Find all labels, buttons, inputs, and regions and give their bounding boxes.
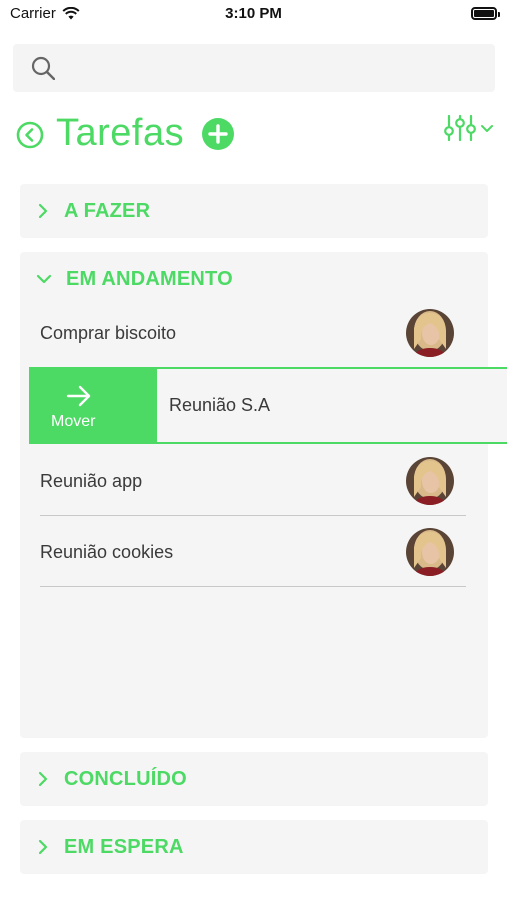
task-row[interactable]: Comprar biscoito <box>40 298 466 368</box>
row-divider <box>40 515 466 516</box>
search-icon <box>31 56 55 80</box>
task-row[interactable]: Reunião cookies <box>40 517 466 587</box>
task-title: Comprar biscoito <box>40 323 177 343</box>
filter-button[interactable] <box>444 114 494 142</box>
section-label: EM ANDAMENTO <box>66 267 233 290</box>
row-divider <box>40 586 466 587</box>
section-header[interactable]: EM ESPERA <box>36 820 184 874</box>
title-row: Tarefas <box>16 110 496 160</box>
section-header[interactable]: CONCLUÍDO <box>36 752 187 806</box>
chevron-right-icon <box>38 203 48 219</box>
search-bar[interactable] <box>13 44 495 92</box>
page-title: Tarefas <box>56 112 185 154</box>
avatar <box>406 309 454 357</box>
section-in-progress: EM ANDAMENTO Comprar biscoito Reunião ap… <box>20 252 488 738</box>
add-icon[interactable] <box>202 118 234 150</box>
section-label: CONCLUÍDO <box>64 767 187 790</box>
section-todo[interactable]: A FAZER <box>20 184 488 238</box>
section-label: EM ESPERA <box>64 835 184 858</box>
chevron-right-icon <box>38 839 48 855</box>
task-title: Reunião S.A <box>169 395 271 415</box>
section-on-hold[interactable]: EM ESPERA <box>20 820 488 874</box>
chevron-right-icon <box>38 771 48 787</box>
arrow-right-icon <box>66 385 91 407</box>
avatar <box>406 528 454 576</box>
task-row-swiped[interactable]: Mover Reunião S.A <box>29 367 507 444</box>
move-label: Mover <box>51 413 96 430</box>
avatar <box>406 457 454 505</box>
task-title: Reunião app <box>40 471 143 491</box>
move-button[interactable]: Mover <box>31 369 157 442</box>
filter-sliders-icon <box>444 114 476 142</box>
section-label: A FAZER <box>64 199 151 222</box>
section-done[interactable]: CONCLUÍDO <box>20 752 488 806</box>
chevron-down-icon <box>36 274 52 284</box>
chevron-down-icon <box>481 125 493 132</box>
battery-icon <box>471 7 500 20</box>
task-row[interactable]: Reunião app <box>40 446 466 516</box>
status-bar: Carrier 3:10 PM <box>0 0 507 30</box>
status-time: 3:10 PM <box>225 5 282 22</box>
task-title: Reunião cookies <box>40 542 174 562</box>
section-header[interactable]: A FAZER <box>36 184 150 238</box>
back-icon[interactable] <box>16 121 44 149</box>
